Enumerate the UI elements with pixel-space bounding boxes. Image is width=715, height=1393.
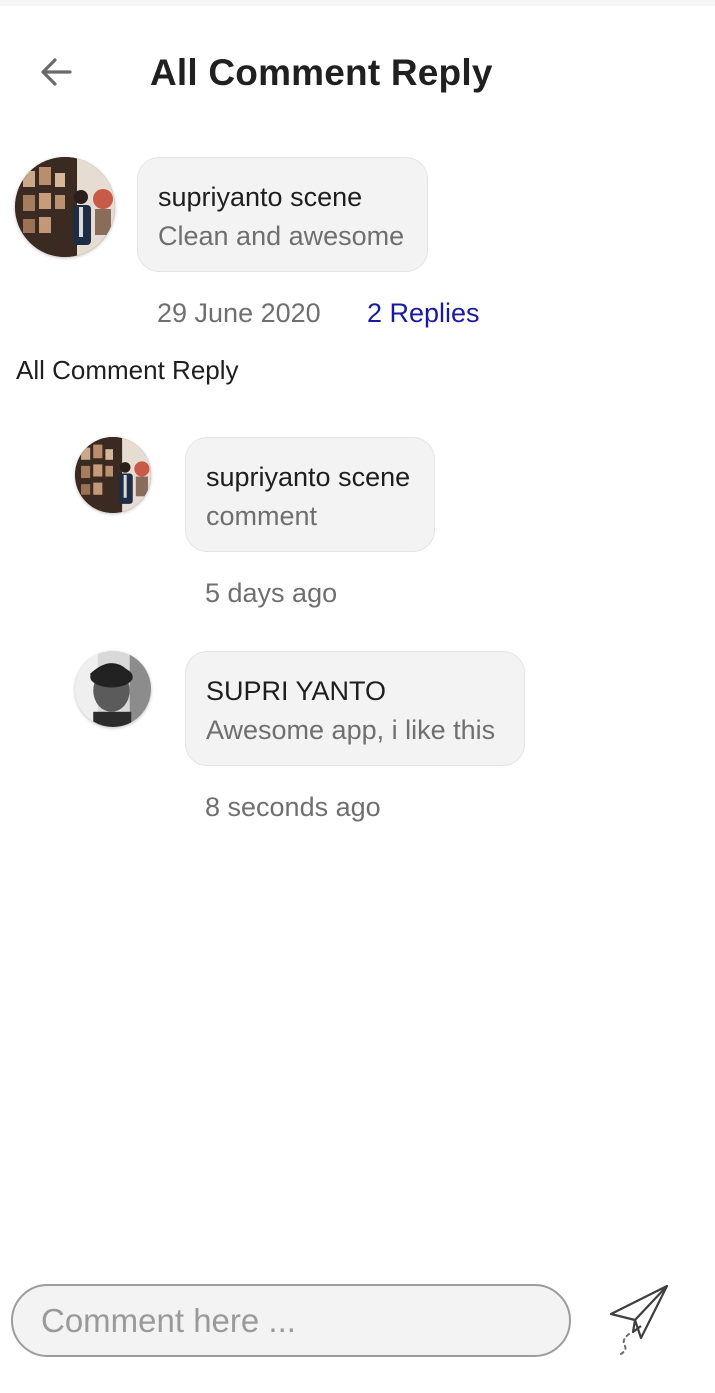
replies-link[interactable]: 2 Replies: [367, 298, 480, 329]
comment-bubble: supriyanto scene Clean and awesome: [137, 157, 428, 272]
reply-time: 5 days ago: [205, 578, 338, 608]
paper-plane-icon: [609, 1284, 669, 1355]
section-label: All Comment Reply: [16, 355, 239, 385]
comment-author[interactable]: supriyanto scene: [158, 182, 407, 213]
send-button[interactable]: [605, 1282, 675, 1356]
reply-bubble: supriyanto scene comment: [185, 437, 435, 552]
reply-author[interactable]: supriyanto scene: [206, 462, 414, 493]
reply-time: 8 seconds ago: [205, 792, 381, 822]
avatar[interactable]: [75, 437, 151, 513]
reply-text: Awesome app, i like this: [206, 715, 496, 745]
user-photo-gallery: [15, 157, 115, 257]
reply-author[interactable]: SUPRI YANTO: [206, 676, 504, 707]
app-header: All Comment Reply: [0, 40, 715, 106]
arrow-left-icon: [41, 58, 72, 86]
status-bar: [0, 0, 715, 6]
user-photo-portrait: [75, 651, 151, 727]
avatar[interactable]: [75, 651, 151, 727]
comment-date: 29 June 2020: [157, 298, 321, 328]
comment-composer: [11, 1284, 571, 1357]
back-button[interactable]: [36, 52, 88, 92]
comment-input[interactable]: [41, 1298, 541, 1344]
avatar[interactable]: [15, 157, 115, 257]
user-photo-gallery: [75, 437, 151, 513]
page-title: All Comment Reply: [150, 52, 493, 93]
comment-text: Clean and awesome: [158, 221, 405, 251]
reply-bubble: SUPRI YANTO Awesome app, i like this: [185, 651, 525, 766]
reply-text: comment: [206, 501, 318, 531]
